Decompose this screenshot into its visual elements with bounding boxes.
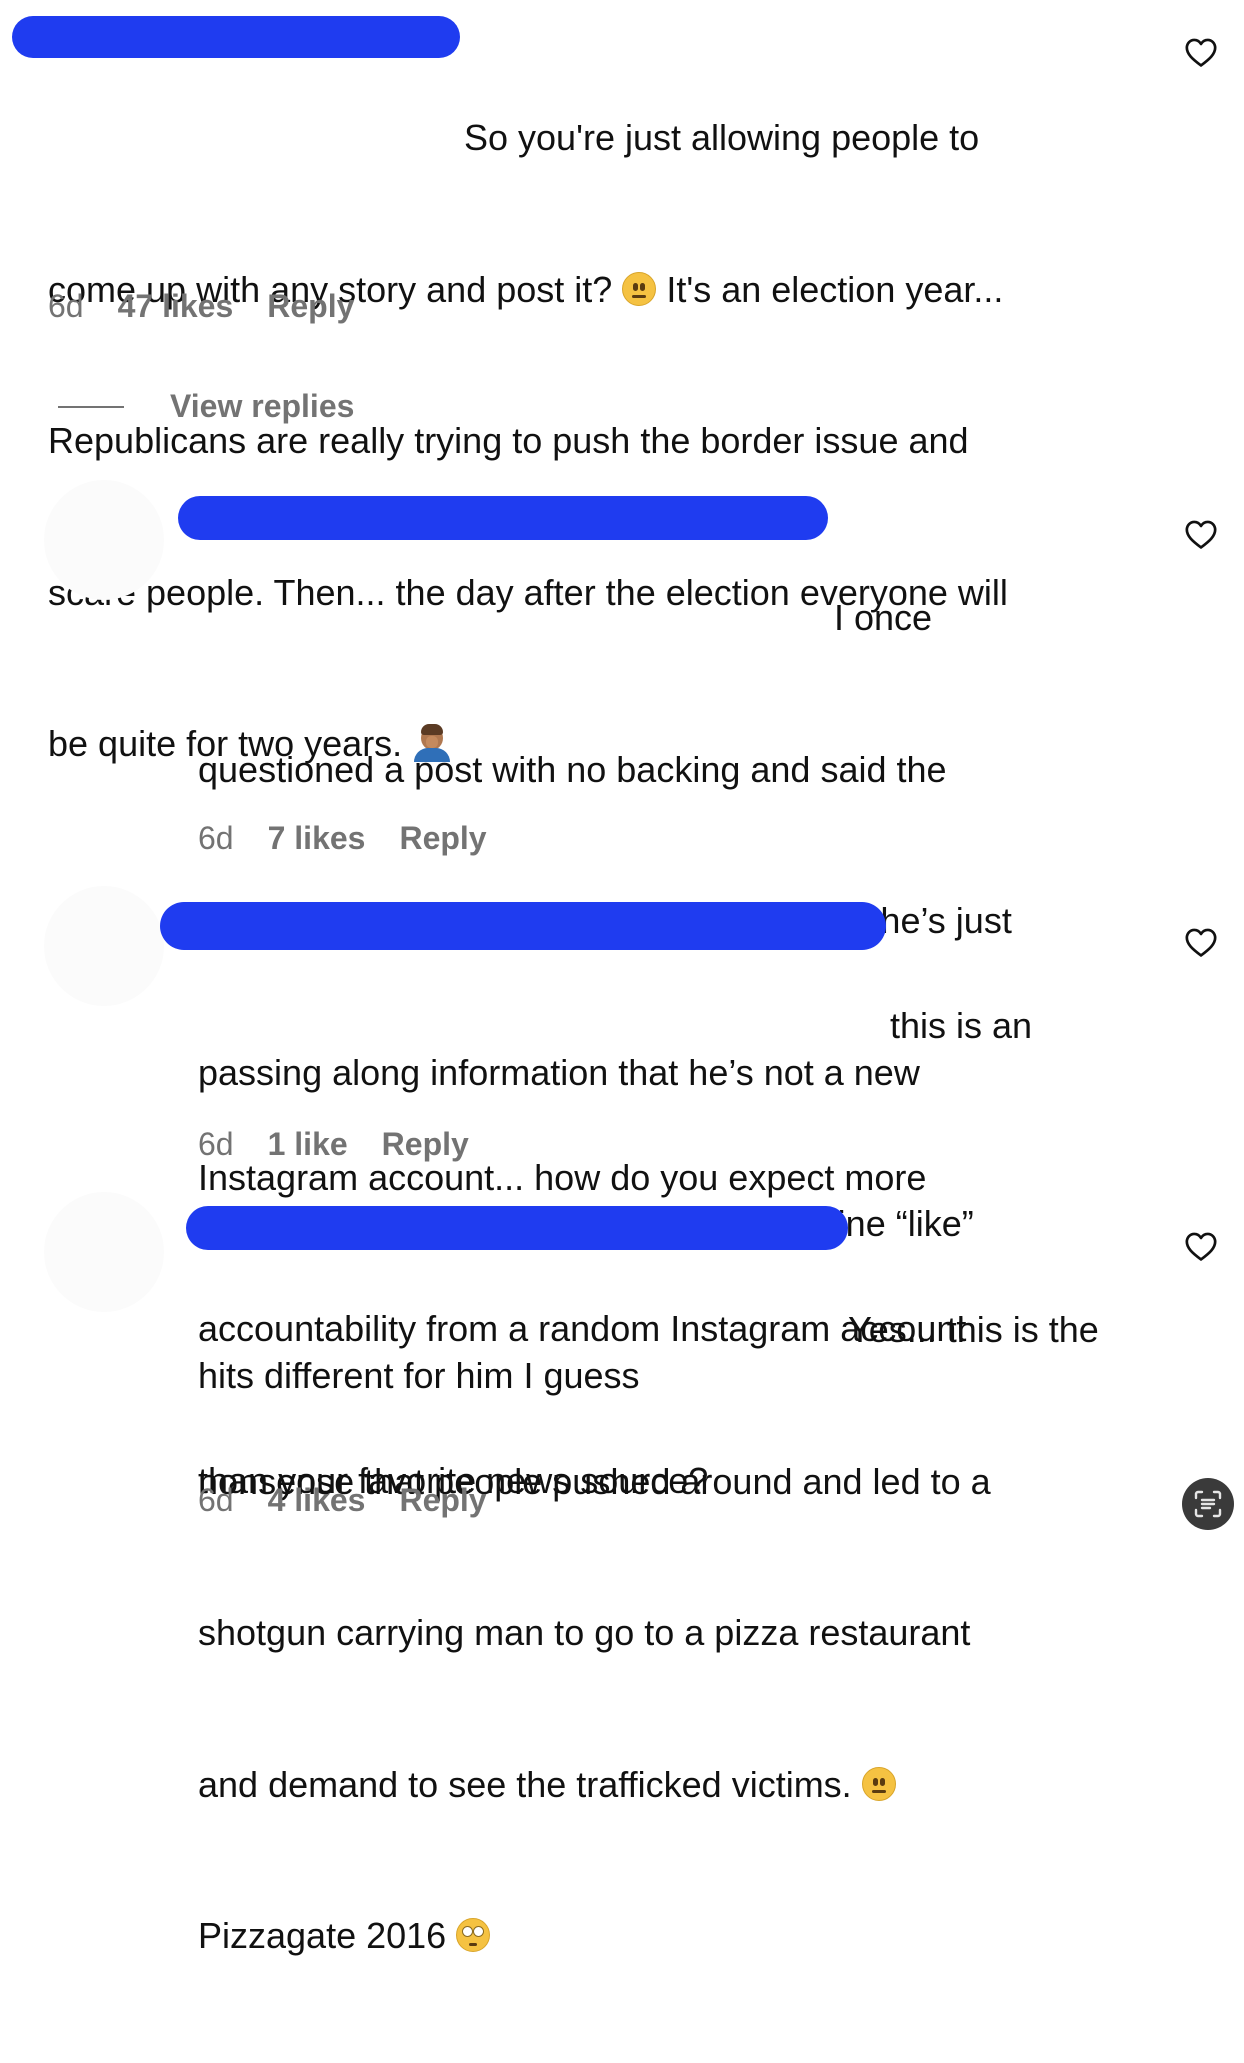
face-with-rolling-eyes-emoji-icon xyxy=(456,1918,491,1952)
view-replies-button[interactable]: View replies xyxy=(58,388,354,425)
comment-line: questioned a post with no backing and sa… xyxy=(198,748,947,790)
divider xyxy=(58,405,124,408)
comment-meta: 6d 1 like Reply xyxy=(198,1126,503,1163)
comment-time: 6d xyxy=(48,288,84,324)
heart-outline-icon[interactable] xyxy=(1184,1230,1218,1262)
avatar[interactable] xyxy=(44,886,164,1006)
comment-line: Pizzagate 2016 xyxy=(198,1911,1099,1962)
heart-outline-icon[interactable] xyxy=(1184,36,1218,68)
comment-2: I once questioned a post with no backing… xyxy=(0,470,1244,1396)
view-replies-label: View replies xyxy=(170,388,355,424)
reply-button[interactable]: Reply xyxy=(399,820,486,857)
avatar[interactable] xyxy=(44,1192,164,1312)
comment-meta: 6d 4 likes Reply xyxy=(198,1482,521,1519)
comment-3: this is an Instagram account... how do y… xyxy=(0,878,1244,1501)
heart-outline-icon[interactable] xyxy=(1184,926,1218,958)
comment-meta: 6d 7 likes Reply xyxy=(198,820,521,857)
text-scan-icon xyxy=(1194,1490,1222,1518)
neutral-face-emoji-icon xyxy=(622,271,657,306)
comment-line: Yes... this is the xyxy=(848,1309,1099,1350)
comment-line-part: and demand to see the trafficked victims… xyxy=(198,1763,852,1805)
comment-line-part: Pizzagate 2016 xyxy=(198,1915,447,1956)
comment-time: 6d xyxy=(198,1482,234,1518)
likes-count[interactable]: 47 likes xyxy=(118,288,234,325)
likes-count[interactable]: 1 like xyxy=(268,1126,348,1163)
reply-button[interactable]: Reply xyxy=(399,1482,486,1519)
comment-line: and demand to see the trafficked victims… xyxy=(198,1760,1099,1811)
text-scan-button[interactable] xyxy=(1182,1478,1234,1530)
comment-4: Yes... this is the nonsense that people … xyxy=(0,1184,1244,1956)
likes-count[interactable]: 4 likes xyxy=(268,1482,366,1519)
comment-line: So you're just allowing people to xyxy=(464,117,980,158)
comment-time: 6d xyxy=(198,1126,234,1162)
comment-line: shotgun carrying man to go to a pizza re… xyxy=(198,1612,971,1653)
heart-outline-icon[interactable] xyxy=(1184,518,1218,550)
avatar[interactable] xyxy=(44,480,164,600)
comment-1: So you're just allowing people to come u… xyxy=(0,0,1244,764)
reply-button[interactable]: Reply xyxy=(382,1126,469,1163)
comment-text: Yes... this is the nonsense that people … xyxy=(198,1204,1099,2063)
likes-count[interactable]: 7 likes xyxy=(268,820,366,857)
comment-line: this is an xyxy=(890,1005,1033,1046)
reply-button[interactable]: Reply xyxy=(267,288,354,325)
comment-time: 6d xyxy=(198,820,234,856)
comment-line-part: It's an election year... xyxy=(666,268,1004,310)
comment-meta: 6d 47 likes Reply xyxy=(48,288,388,325)
neutral-face-emoji-icon xyxy=(861,1766,896,1801)
comment-line: I once xyxy=(834,597,933,638)
